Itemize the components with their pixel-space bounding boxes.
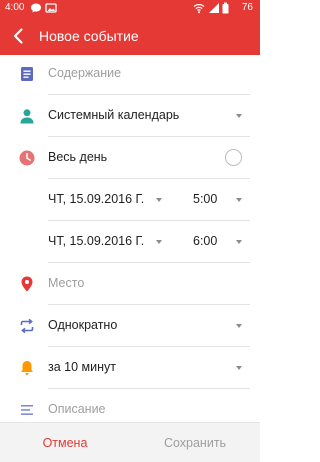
all-day-checkbox[interactable] [225, 149, 242, 166]
end-datetime-row: ЧТ, 15.09.2016 Г. 6:00 [0, 221, 260, 263]
page-title: Новое событие [39, 28, 139, 44]
battery-level: 76 [241, 2, 253, 13]
end-date-select[interactable]: ЧТ, 15.09.2016 Г. [48, 234, 144, 248]
start-datetime-row: ЧТ, 15.09.2016 Г. 5:00 [0, 179, 260, 221]
app-bar: Новое событие [0, 17, 260, 55]
chevron-down-icon [236, 240, 242, 244]
all-day-label: Весь день [48, 150, 108, 164]
end-time-select[interactable]: 6:00 [193, 234, 217, 248]
image-icon [45, 3, 57, 13]
person-icon [20, 109, 34, 124]
document-icon [21, 67, 33, 81]
status-bar: 4:00 76 [0, 0, 260, 17]
all-day-row: Весь день [0, 137, 260, 179]
chevron-down-icon [236, 366, 242, 370]
bottom-action-bar: Отмена Сохранить [0, 422, 260, 462]
bell-icon [21, 361, 33, 375]
chevron-down-icon [236, 198, 242, 202]
save-button[interactable]: Сохранить [130, 423, 260, 462]
description-placeholder: Описание [48, 402, 106, 416]
clock-icon [19, 150, 35, 166]
calendar-select[interactable]: Системный календарь [0, 95, 260, 137]
content-field[interactable]: Содержание [0, 53, 260, 95]
wifi-icon [193, 4, 205, 14]
location-field[interactable]: Место [0, 263, 260, 305]
battery-icon [222, 2, 229, 14]
repeat-value: Однократно [48, 318, 118, 332]
description-lines-icon [21, 405, 33, 415]
calendar-value: Системный календарь [48, 108, 180, 122]
chat-bubble-icon [31, 3, 41, 13]
cancel-button[interactable]: Отмена [0, 423, 130, 462]
location-placeholder: Место [48, 276, 85, 290]
back-arrow-icon[interactable] [10, 27, 28, 45]
location-pin-icon [21, 276, 33, 292]
signal-icon [209, 3, 219, 13]
content-placeholder: Содержание [48, 66, 122, 80]
repeat-select[interactable]: Однократно [0, 305, 260, 347]
chevron-down-icon [236, 114, 242, 118]
chevron-down-icon [156, 240, 162, 244]
chevron-down-icon [236, 324, 242, 328]
reminder-value: за 10 минут [48, 360, 116, 374]
start-date-select[interactable]: ЧТ, 15.09.2016 Г. [48, 192, 144, 206]
reminder-select[interactable]: за 10 минут [0, 347, 260, 389]
chevron-down-icon [156, 198, 162, 202]
repeat-icon [20, 318, 34, 334]
start-time-select[interactable]: 5:00 [193, 192, 217, 206]
status-time: 4:00 [5, 2, 25, 13]
